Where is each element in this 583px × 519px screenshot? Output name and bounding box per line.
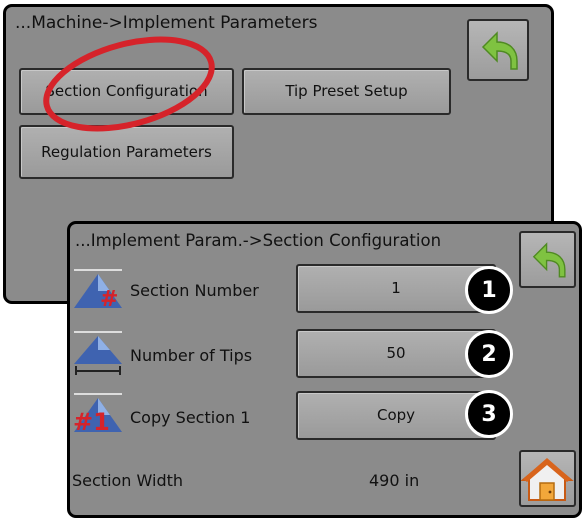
copy-section-label: Copy Section 1: [130, 408, 251, 427]
section-width-value: 490 in: [369, 471, 420, 490]
section-configuration-panel: ...Implement Param.->Section Configurati…: [67, 221, 582, 518]
section-number-label: Section Number: [130, 281, 259, 300]
callout-badge: 3: [465, 390, 513, 438]
number-of-tips-label: Number of Tips: [130, 346, 253, 365]
section-width-label: Section Width: [72, 471, 184, 490]
number-of-tips-icon: [74, 331, 122, 375]
home-button[interactable]: [519, 450, 576, 507]
callout-badge: 1: [465, 266, 513, 314]
svg-text:#: #: [100, 287, 118, 312]
back-arrow-icon: [532, 242, 566, 278]
section-number-icon: #: [74, 269, 122, 312]
back-button[interactable]: [519, 231, 576, 288]
panel-title: ...Implement Param.->Section Configurati…: [75, 231, 442, 250]
callout-badge: 2: [465, 330, 513, 378]
home-icon: [520, 458, 574, 501]
copy-section-icon: #1: [73, 393, 122, 436]
svg-text:#1: #1: [73, 408, 110, 436]
